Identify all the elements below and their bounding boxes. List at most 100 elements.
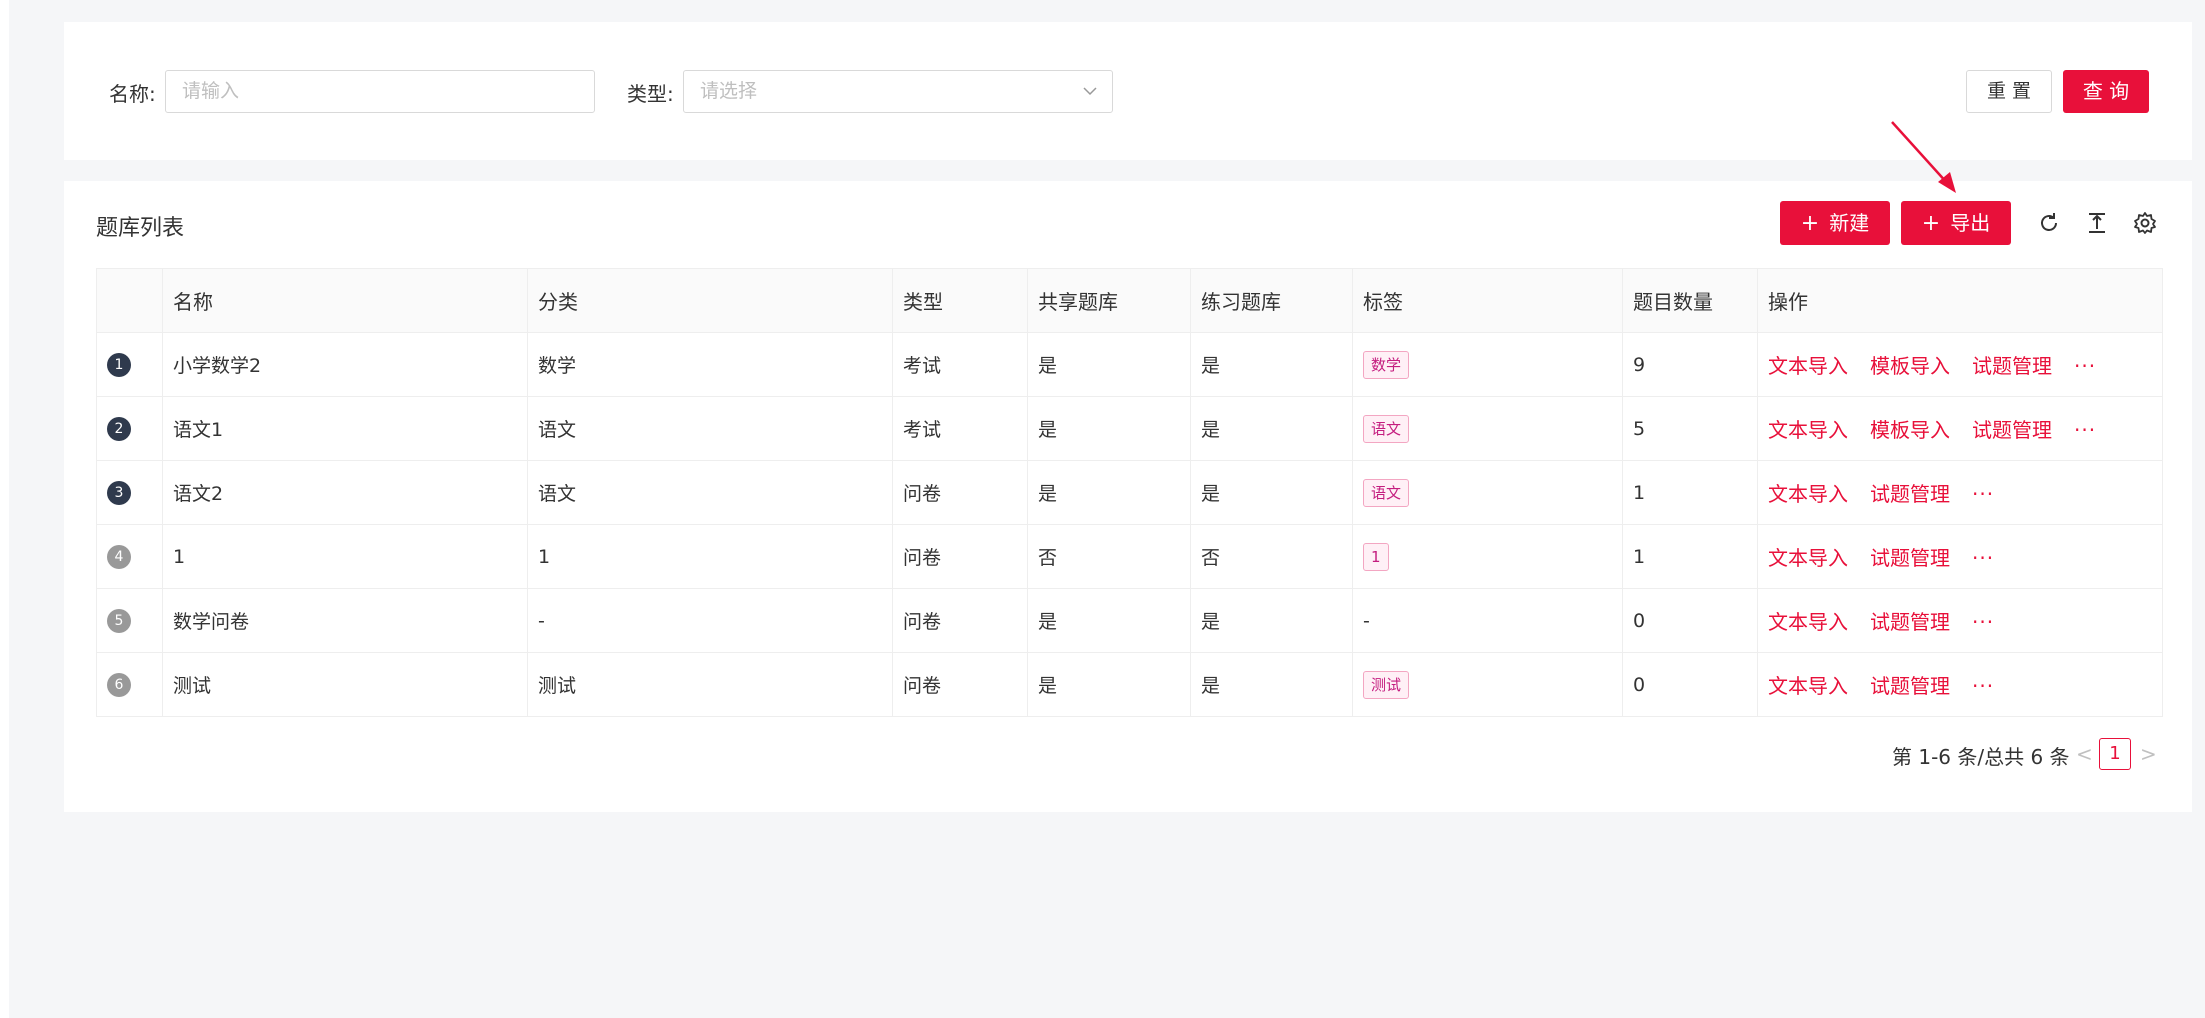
template-import-link[interactable]: 模板导入 — [1870, 354, 1950, 378]
reload-icon[interactable] — [2037, 211, 2061, 235]
actions-cell: 文本导入 模板导入 试题管理 ··· — [1757, 396, 2163, 461]
count-cell: 5 — [1622, 396, 1758, 461]
index-cell: 2 — [96, 396, 163, 461]
index-cell: 1 — [96, 332, 163, 397]
tag-badge: 语文 — [1363, 414, 1410, 443]
index-cell: 4 — [96, 524, 163, 589]
type-cell: 考试 — [892, 332, 1028, 397]
tag-cell: 语文 — [1352, 460, 1623, 525]
more-icon[interactable]: ··· — [1972, 610, 1994, 634]
column-height-icon[interactable] — [2085, 211, 2109, 235]
question-manage-link[interactable]: 试题管理 — [1870, 546, 1950, 570]
setting-icon[interactable] — [2133, 211, 2157, 235]
shared-cell: 否 — [1027, 524, 1191, 589]
list-title: 题库列表 — [96, 216, 185, 241]
pagination-summary: 第 1-6 条/总共 6 条 — [1892, 745, 2070, 769]
question-manage-link[interactable]: 试题管理 — [1870, 610, 1950, 634]
category-cell: 1 — [527, 524, 893, 589]
category-cell: 语文 — [527, 460, 893, 525]
column-header[interactable]: 分类 — [527, 268, 893, 333]
table-row: 2 语文1 语文 考试 是 是 语文 5 文本导入 模板导入 试题管理 ··· — [96, 396, 2163, 461]
type-select[interactable]: 请选择 — [683, 70, 1113, 113]
more-icon[interactable]: ··· — [1972, 546, 1994, 570]
table-row: 1 小学数学2 数学 考试 是 是 数学 9 文本导入 模板导入 试题管理 ··· — [96, 332, 2163, 397]
column-header[interactable]: 名称 — [162, 268, 528, 333]
table-row: 5 数学问卷 - 问卷 是 是 - 0 文本导入 试题管理 ··· — [96, 588, 2163, 653]
column-header-index — [96, 268, 163, 333]
text-import-link[interactable]: 文本导入 — [1768, 610, 1848, 634]
count-cell: 1 — [1622, 524, 1758, 589]
plus-icon: + — [1800, 211, 1820, 236]
question-manage-link[interactable]: 试题管理 — [1870, 482, 1950, 506]
reset-button[interactable]: 重 置 — [1966, 70, 2052, 113]
name-input-placeholder: 请输入 — [182, 80, 240, 102]
shared-cell: 是 — [1027, 332, 1191, 397]
template-import-link[interactable]: 模板导入 — [1870, 418, 1950, 442]
more-icon[interactable]: ··· — [1972, 674, 1994, 698]
row-index-badge: 2 — [107, 417, 131, 441]
type-cell: 问卷 — [892, 524, 1028, 589]
type-cell: 问卷 — [892, 460, 1028, 525]
left-edge — [0, 0, 9, 1018]
index-cell: 3 — [96, 460, 163, 525]
question-manage-link[interactable]: 试题管理 — [1870, 674, 1950, 698]
more-icon[interactable]: ··· — [2074, 418, 2096, 442]
type-cell: 问卷 — [892, 652, 1028, 717]
name-input[interactable]: 请输入 — [165, 70, 595, 113]
index-cell: 5 — [96, 588, 163, 653]
actions-cell: 文本导入 模板导入 试题管理 ··· — [1757, 332, 2163, 397]
text-import-link[interactable]: 文本导入 — [1768, 546, 1848, 570]
tag-badge: 1 — [1363, 542, 1389, 571]
page-1-button[interactable]: 1 — [2099, 738, 2131, 770]
text-import-link[interactable]: 文本导入 — [1768, 674, 1848, 698]
chevron-left-icon[interactable]: < — [2076, 742, 2093, 766]
count-cell: 9 — [1622, 332, 1758, 397]
query-button[interactable]: 查 询 — [2063, 70, 2149, 113]
row-index-badge: 6 — [107, 673, 131, 697]
row-index-badge: 5 — [107, 609, 131, 633]
table-row: 4 1 1 问卷 否 否 1 1 文本导入 试题管理 ··· — [96, 524, 2163, 589]
name-cell: 测试 — [162, 652, 528, 717]
category-cell: - — [527, 588, 893, 653]
table-header-row: 名称 分类 类型 共享题库 练习题库 标签 题目数量 操作 — [96, 268, 2163, 333]
question-manage-link[interactable]: 试题管理 — [1972, 418, 2052, 442]
column-header[interactable]: 标签 — [1352, 268, 1623, 333]
text-import-link[interactable]: 文本导入 — [1768, 482, 1848, 506]
shared-cell: 是 — [1027, 652, 1191, 717]
count-cell: 0 — [1622, 588, 1758, 653]
actions-cell: 文本导入 试题管理 ··· — [1757, 652, 2163, 717]
tag-cell: - — [1352, 588, 1623, 653]
new-button[interactable]: + 新建 — [1780, 201, 1890, 245]
shared-cell: 是 — [1027, 588, 1191, 653]
name-cell: 语文2 — [162, 460, 528, 525]
export-button[interactable]: + 导出 — [1901, 201, 2011, 245]
category-cell: 语文 — [527, 396, 893, 461]
practice-cell: 是 — [1190, 332, 1353, 397]
column-header[interactable]: 练习题库 — [1190, 268, 1353, 333]
text-import-link[interactable]: 文本导入 — [1768, 354, 1848, 378]
practice-cell: 是 — [1190, 460, 1353, 525]
shared-cell: 是 — [1027, 396, 1191, 461]
tag-badge: 语文 — [1363, 478, 1410, 507]
tag-cell: 1 — [1352, 524, 1623, 589]
actions-cell: 文本导入 试题管理 ··· — [1757, 524, 2163, 589]
row-index-badge: 4 — [107, 545, 131, 569]
type-cell: 问卷 — [892, 588, 1028, 653]
column-header[interactable]: 题目数量 — [1622, 268, 1758, 333]
column-header: 操作 — [1757, 268, 2163, 333]
more-icon[interactable]: ··· — [2074, 354, 2096, 378]
plus-icon: + — [1921, 211, 1941, 236]
column-header[interactable]: 类型 — [892, 268, 1028, 333]
actions-cell: 文本导入 试题管理 ··· — [1757, 460, 2163, 525]
table-row: 6 测试 测试 问卷 是 是 测试 0 文本导入 试题管理 ··· — [96, 652, 2163, 717]
question-manage-link[interactable]: 试题管理 — [1972, 354, 2052, 378]
column-header[interactable]: 共享题库 — [1027, 268, 1191, 333]
count-cell: 0 — [1622, 652, 1758, 717]
practice-cell: 是 — [1190, 396, 1353, 461]
chevron-right-icon[interactable]: > — [2140, 742, 2157, 766]
tag-badge: 测试 — [1363, 670, 1410, 699]
practice-cell: 是 — [1190, 588, 1353, 653]
more-icon[interactable]: ··· — [1972, 482, 1994, 506]
category-cell: 数学 — [527, 332, 893, 397]
text-import-link[interactable]: 文本导入 — [1768, 418, 1848, 442]
